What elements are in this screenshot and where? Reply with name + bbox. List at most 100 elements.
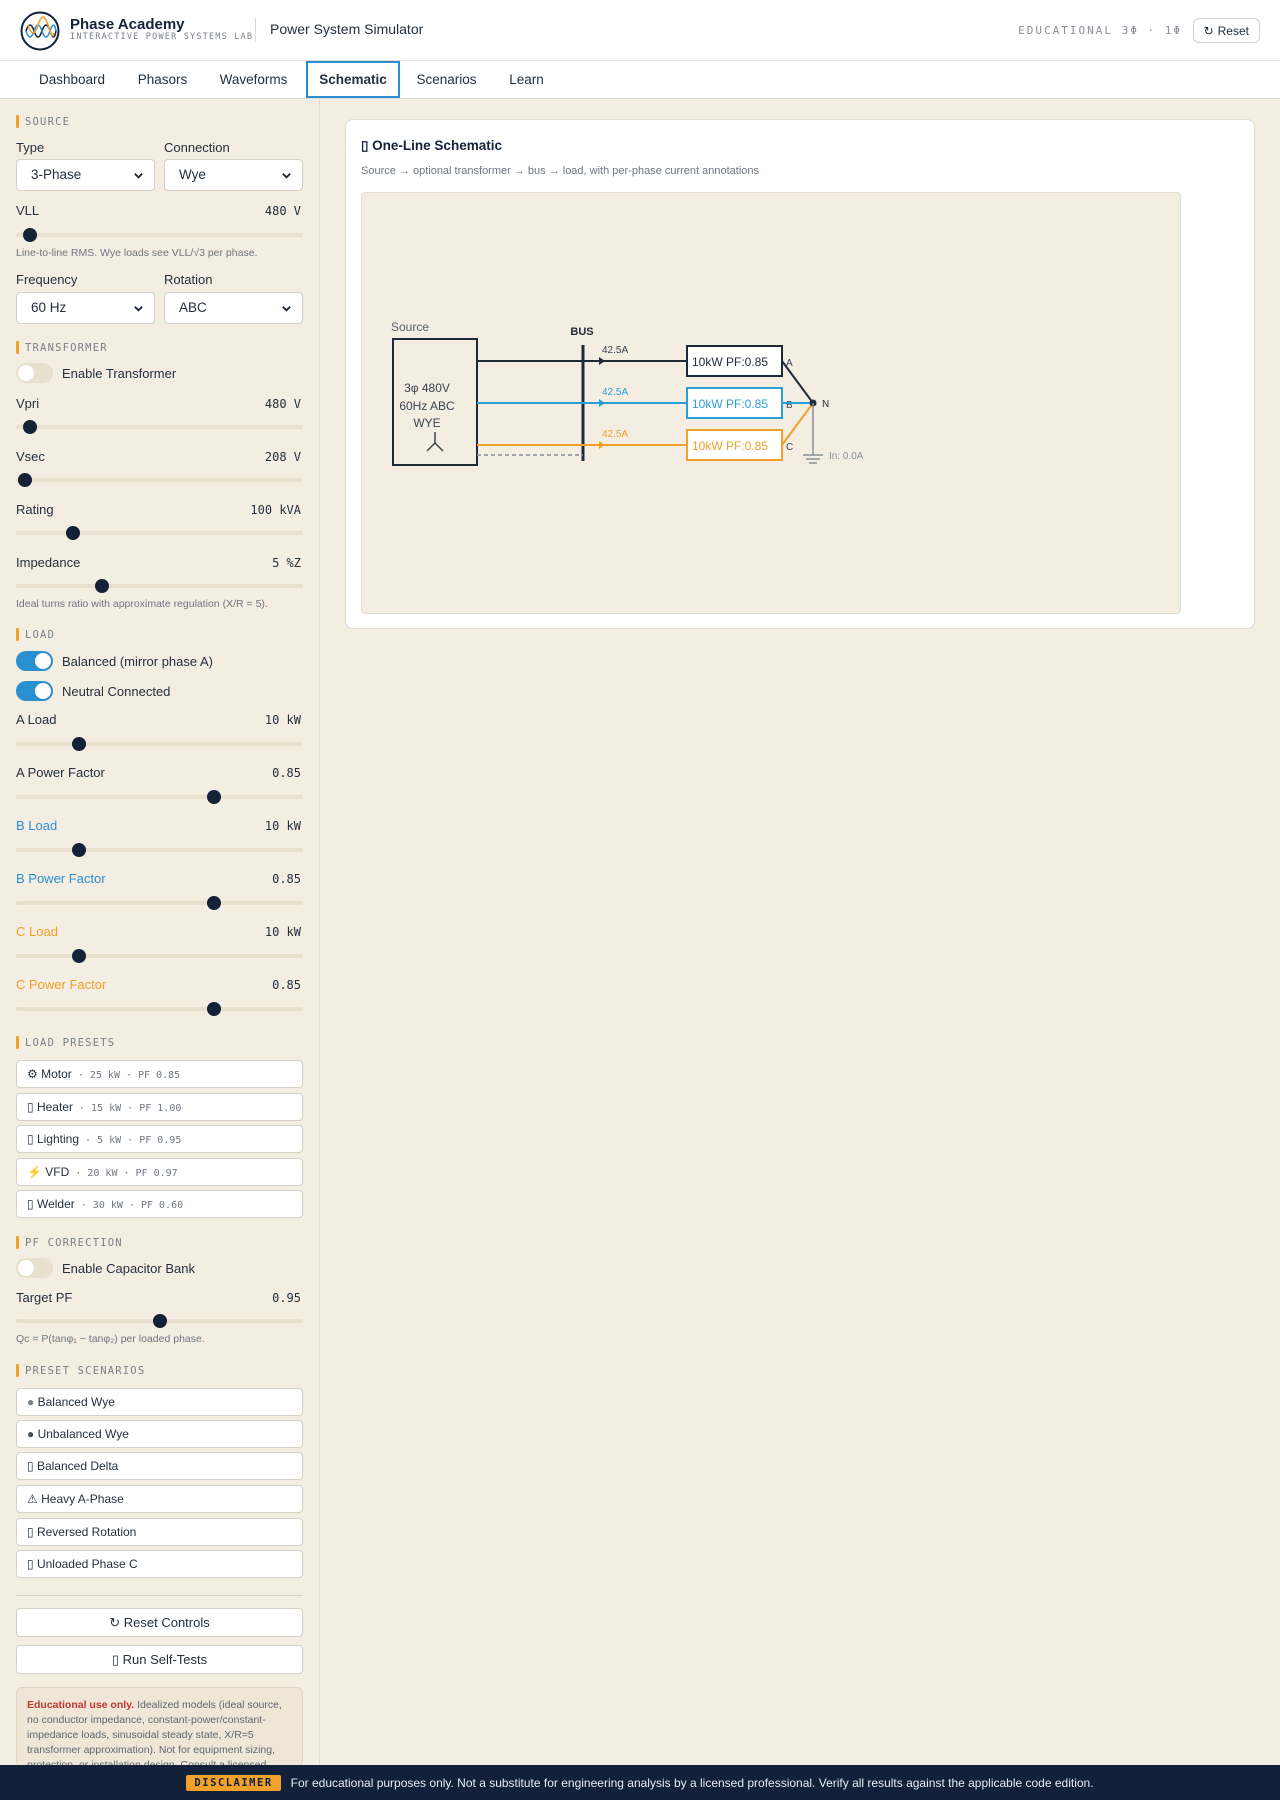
preset-vfd-button[interactable]: ⚡ VFD · 20 kW · PF 0.97 [16,1158,303,1186]
neutral-current: In: 0.0A [829,451,864,462]
section-title-transformer: TRANSFORMER [16,341,108,354]
a-load-value: 10 kW [264,713,301,727]
c-load-value: 10 kW [264,925,301,939]
frequency-label: Frequency [16,272,78,287]
rotation-select[interactable]: ABC [164,292,303,324]
slider-thumb[interactable] [207,1002,222,1016]
scenario-balanced-wye-button[interactable]: ● Balanced Wye [16,1388,303,1416]
preset-meta: · 30 kW · PF 0.60 [74,1200,184,1211]
balanced-toggle[interactable] [16,651,53,671]
reset-button-label: Reset [1217,23,1249,38]
schematic-canvas: Source 3φ 480V 60Hz ABC WYE BUS 42.5A 10… [361,192,1181,614]
enable-transformer-toggle[interactable] [16,363,53,383]
target-pf-value: 0.95 [272,1291,301,1305]
preset-heater-button[interactable]: ▯ Heater · 15 kW · PF 1.00 [16,1093,303,1121]
phase-c-tag: C [786,442,793,453]
preset-motor-button[interactable]: ⚙ Motor · 25 kW · PF 0.85 [16,1060,303,1088]
slider-thumb[interactable] [72,843,87,857]
rotation-label: Rotation [164,272,213,287]
tab-scenarios[interactable]: Scenarios [400,61,493,98]
refresh-icon: ↻ [1203,23,1214,38]
rotation-select-value: ABC [179,300,207,315]
c-load-slider[interactable] [16,948,303,964]
schematic-subtitle: Source → optional transformer → bus → lo… [361,165,760,177]
frequency-select[interactable]: 60 Hz [16,292,155,324]
vll-slider[interactable] [16,227,303,243]
type-select[interactable]: 3-Phase [16,159,155,191]
one-line-diagram: Source 3φ 480V 60Hz ABC WYE BUS 42.5A 10… [391,320,864,466]
tab-bar: Dashboard Phasors Waveforms Schematic Sc… [0,61,1280,99]
tab-dashboard[interactable]: Dashboard [20,61,124,98]
slider-thumb[interactable] [207,790,222,804]
scenario-unloaded-phase-c-button[interactable]: ▯ Unloaded Phase C [16,1550,303,1578]
neutral-toggle[interactable] [16,681,53,701]
slider-thumb[interactable] [72,949,87,963]
scenario-heavy-a-phase-button[interactable]: ⚠ Heavy A-Phase [16,1485,303,1513]
target-pf-slider[interactable] [16,1313,303,1329]
rating-slider[interactable] [16,525,303,541]
scenario-label: Unloaded Phase C [36,1557,138,1571]
slider-thumb[interactable] [17,473,32,487]
preset-name: Motor [41,1067,72,1081]
c-pf-slider[interactable] [16,1001,303,1017]
preset-welder-button[interactable]: ▯ Welder · 30 kW · PF 0.60 [16,1190,303,1218]
run-self-tests-button[interactable]: ▯ Run Self-Tests [16,1645,303,1674]
schematic-title: ▯ One-Line Schematic [361,138,502,153]
app-title: Power System Simulator [270,21,424,37]
source-line-3: WYE [413,416,440,430]
connection-select[interactable]: Wye [164,159,303,191]
slider-thumb[interactable] [23,228,38,242]
phase-b-tag: B [786,400,793,411]
slider-thumb[interactable] [95,579,110,593]
section-title-source: SOURCE [16,115,70,128]
vpri-slider[interactable] [16,419,303,435]
tab-phasors[interactable]: Phasors [124,61,201,98]
impedance-slider[interactable] [16,578,303,594]
scenario-balanced-delta-button[interactable]: ▯ Balanced Delta [16,1452,303,1480]
tab-learn[interactable]: Learn [493,61,560,98]
scenario-label: Reversed Rotation [36,1525,137,1539]
reset-button[interactable]: ↻ Reset [1192,18,1260,43]
disclaimer-footer: DISCLAIMER For educational purposes only… [0,1765,1280,1800]
schematic-card: ▯ One-Line Schematic Source → optional t… [345,119,1255,629]
slider-thumb[interactable] [152,1314,167,1328]
preset-lighting-button[interactable]: ▯ Lighting · 5 kW · PF 0.95 [16,1125,303,1153]
vpri-label: Vpri [16,396,40,411]
c-pf-label: C Power Factor [16,977,107,992]
impedance-value: 5 %Z [272,556,301,570]
chevron-down-icon [134,306,143,312]
app-header: Phase Academy INTERACTIVE POWER SYSTEMS … [0,0,1280,61]
preset-meta: · 15 kW · PF 1.00 [72,1103,182,1114]
connection-label: Connection [164,140,230,155]
a-pf-slider[interactable] [16,789,303,805]
rating-label: Rating [16,502,54,517]
preset-name: Lighting [36,1132,79,1146]
chevron-down-icon [282,306,291,312]
capacitor-bank-toggle[interactable] [16,1258,53,1278]
phase-a-arrow-icon [599,357,605,365]
transformer-hint: Ideal turns ratio with approximate regul… [16,598,268,610]
slider-thumb[interactable] [207,896,222,910]
wye-leg-a [781,360,814,404]
preset-meta: · 25 kW · PF 0.85 [71,1070,181,1081]
disclaimer-strong: Educational use only. [27,1699,135,1711]
b-pf-slider[interactable] [16,895,303,911]
reset-controls-button[interactable]: ↻ Reset Controls [16,1608,303,1637]
preset-name: VFD [45,1165,70,1179]
scenario-reversed-rotation-button[interactable]: ▯ Reversed Rotation [16,1518,303,1546]
rotate-icon: ▯ [27,1525,34,1539]
scenario-unbalanced-wye-button[interactable]: ● Unbalanced Wye [16,1420,303,1448]
a-load-slider[interactable] [16,736,303,752]
source-label: Source [391,320,429,334]
slider-thumb[interactable] [72,737,87,751]
vsec-slider[interactable] [16,472,303,488]
tab-schematic[interactable]: Schematic [306,61,400,98]
frequency-select-value: 60 Hz [31,300,67,315]
neutral-label: Neutral Connected [62,684,171,699]
b-load-slider[interactable] [16,842,303,858]
slider-thumb[interactable] [23,420,38,434]
vll-value: 480 V [264,204,301,218]
chevron-down-icon [282,173,291,179]
slider-thumb[interactable] [66,526,81,540]
tab-waveforms[interactable]: Waveforms [201,61,306,98]
